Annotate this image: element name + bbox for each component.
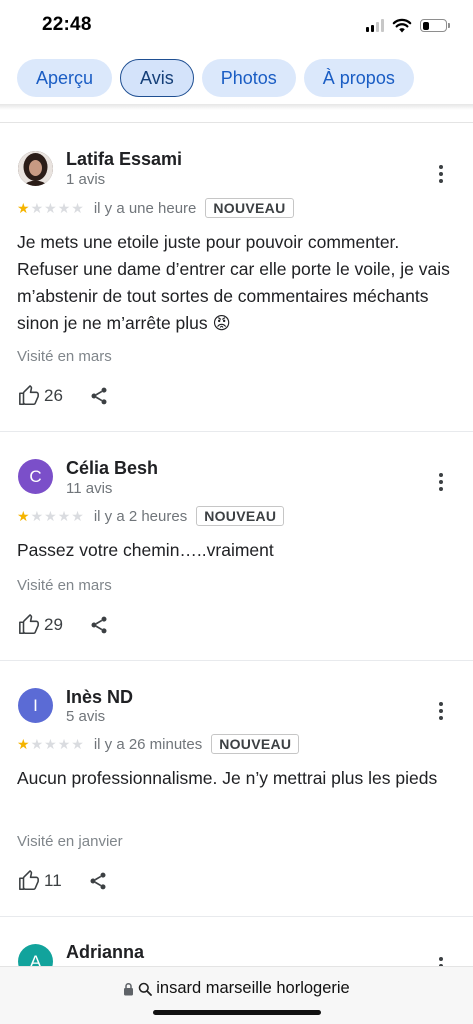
- battery-icon: [420, 19, 450, 32]
- like-button[interactable]: 26: [18, 385, 63, 407]
- thumbs-up-icon: [19, 614, 39, 635]
- star-filled-icon: ★: [17, 508, 30, 524]
- more-options-icon[interactable]: [432, 470, 450, 494]
- new-badge: NOUVEAU: [196, 506, 285, 526]
- share-icon: [90, 872, 106, 890]
- review-actions: 11: [18, 869, 108, 893]
- battery-level: [422, 21, 429, 30]
- star-filled-icon: ★: [17, 200, 30, 216]
- star-empty-icon: ★: [57, 200, 71, 216]
- tab-avis[interactable]: Avis: [120, 59, 194, 97]
- url-text: insard marseille horlogerie: [156, 979, 350, 997]
- star-empty-icon: ★: [57, 508, 71, 524]
- review-text: Aucun professionnalisme. Je n’y mettrai …: [17, 768, 438, 788]
- like-button[interactable]: 11: [18, 870, 62, 892]
- reviewer-name[interactable]: Latifa Essami: [66, 149, 182, 170]
- new-badge: NOUVEAU: [211, 734, 300, 754]
- tab-bar-shadow: [0, 104, 473, 110]
- share-icon: [91, 387, 107, 405]
- divider: [0, 916, 473, 917]
- like-button[interactable]: 29: [18, 614, 63, 636]
- status-icons: [366, 18, 450, 33]
- profile-photo-icon: [18, 151, 53, 186]
- review-time: il y a 26 minutes: [93, 735, 203, 753]
- review-actions: 26: [18, 384, 109, 408]
- reviewer-name[interactable]: Adrianna: [66, 942, 144, 963]
- reviewer-name[interactable]: Inès ND: [66, 687, 133, 708]
- tab-apercu[interactable]: Aperçu: [17, 59, 113, 97]
- cellular-signal-icon: [366, 19, 384, 32]
- star-empty-icon: ★: [71, 508, 84, 524]
- tab-a-propos[interactable]: À propos: [303, 59, 414, 97]
- star-empty-icon: ★: [57, 736, 71, 752]
- visit-date: Visité en mars: [17, 577, 112, 594]
- rating-row: ★ ★ ★ ★ ★ il y a 26 minutes NOUVEAU: [17, 733, 300, 755]
- star-empty-icon: ★: [44, 736, 57, 752]
- more-options-icon[interactable]: [432, 699, 450, 723]
- share-button[interactable]: [89, 615, 109, 635]
- visit-date: Visité en mars: [17, 348, 112, 365]
- divider: [0, 431, 473, 432]
- like-count: 26: [44, 386, 63, 405]
- status-time: 22:48: [42, 14, 92, 35]
- browser-address-bar: insard marseille horlogerie: [0, 966, 473, 1024]
- rating-row: ★ ★ ★ ★ ★ il y a 2 heures NOUVEAU: [17, 505, 285, 527]
- review-text: Je mets une etoile juste pour pouvoir co…: [17, 232, 450, 333]
- thumbs-up-icon: [19, 870, 39, 891]
- more-options-icon[interactable]: [432, 162, 450, 186]
- divider: [0, 122, 473, 123]
- review-actions: 29: [18, 613, 109, 637]
- like-count: 29: [44, 615, 63, 634]
- star-empty-icon: ★: [44, 508, 57, 524]
- star-filled-icon: ★: [17, 736, 30, 752]
- share-icon: [91, 616, 107, 634]
- rating-row: ★ ★ ★ ★ ★ il y a une heure NOUVEAU: [17, 197, 294, 219]
- star-empty-icon: ★: [71, 736, 84, 752]
- status-bar: 22:48: [0, 0, 473, 52]
- review-time: il y a 2 heures: [93, 507, 188, 525]
- thumbs-up-icon: [19, 385, 39, 406]
- star-empty-icon: ★: [30, 508, 44, 524]
- reviewer-review-count: 5 avis: [66, 708, 106, 725]
- star-rating: ★ ★ ★ ★ ★: [17, 201, 84, 215]
- reviewer-review-count: 1 avis: [66, 171, 106, 188]
- avatar[interactable]: I: [18, 688, 53, 723]
- share-button[interactable]: [89, 386, 109, 406]
- reviewer-review-count: 11 avis: [66, 480, 113, 497]
- url-display[interactable]: insard marseille horlogerie: [0, 979, 473, 998]
- new-badge: NOUVEAU: [205, 198, 294, 218]
- visit-date: Visité en janvier: [17, 833, 123, 850]
- star-rating: ★ ★ ★ ★ ★: [17, 509, 84, 523]
- search-icon: [138, 982, 153, 996]
- star-empty-icon: ★: [30, 200, 44, 216]
- like-count: 11: [44, 871, 62, 890]
- star-empty-icon: ★: [71, 200, 84, 216]
- tab-bar: Aperçu Avis Photos À propos: [17, 59, 414, 97]
- review-time: il y a une heure: [93, 199, 197, 217]
- avatar[interactable]: C: [18, 459, 53, 494]
- star-rating: ★ ★ ★ ★ ★: [17, 737, 84, 751]
- lock-icon: [124, 982, 134, 995]
- wifi-icon: [392, 18, 412, 33]
- star-empty-icon: ★: [44, 200, 57, 216]
- avatar[interactable]: [18, 151, 53, 186]
- reviewer-name[interactable]: Célia Besh: [66, 458, 158, 479]
- tab-photos[interactable]: Photos: [201, 59, 296, 97]
- review-text: Passez votre chemin…..vraiment: [17, 540, 274, 560]
- divider: [0, 660, 473, 661]
- home-indicator[interactable]: [153, 1010, 321, 1015]
- share-button[interactable]: [88, 871, 108, 891]
- star-empty-icon: ★: [30, 736, 44, 752]
